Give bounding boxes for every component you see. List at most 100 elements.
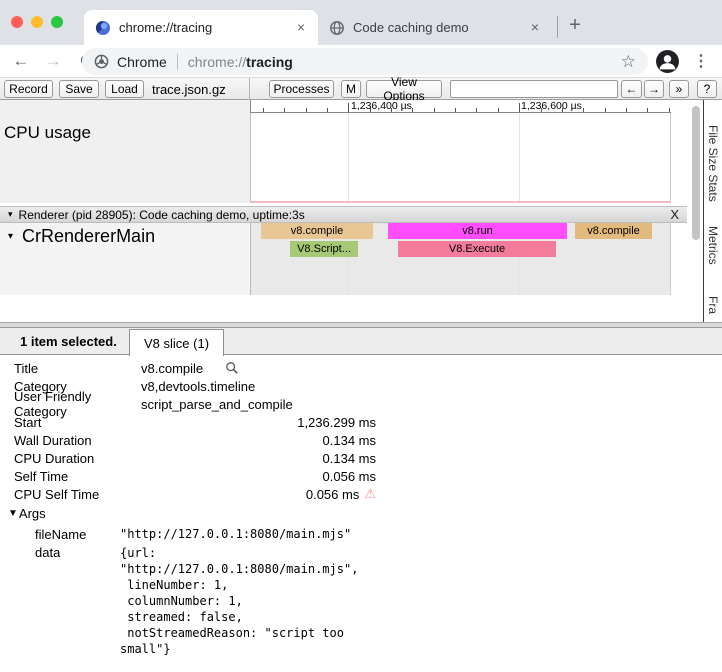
trace-slice[interactable]: v8.compile <box>261 223 373 239</box>
trace-slice[interactable]: V8.Script... <box>290 241 358 257</box>
warning-icon: ⚠ <box>364 486 376 502</box>
gridline <box>519 113 520 203</box>
trace-slice[interactable]: v8.compile <box>575 223 652 239</box>
arg-label: data <box>0 545 120 560</box>
analysis-tab-v8-slice[interactable]: V8 slice (1) <box>129 329 224 356</box>
args-section-header[interactable]: ▼ Args <box>0 504 722 522</box>
collapse-arrow-icon[interactable]: ▾ <box>8 209 13 220</box>
cpu-baseline <box>250 201 671 203</box>
row-label: Start <box>0 415 141 430</box>
renderer-close-icon[interactable]: X <box>670 207 679 222</box>
table-row: Start 1,236.299 ms <box>0 413 722 431</box>
m-button[interactable]: M <box>341 80 361 98</box>
tab-close-icon[interactable]: × <box>526 19 544 37</box>
omnibox[interactable]: Chrome chrome://tracing ☆ <box>82 48 648 75</box>
find-input[interactable] <box>450 80 618 98</box>
analysis-content: Title v8.compile Category v8,devtools.ti… <box>0 356 722 672</box>
ruler-tick <box>626 108 627 112</box>
cpu-track-header: CPU usage <box>0 113 250 203</box>
renderer-header-text: Renderer (pid 28905): Code caching demo,… <box>19 208 305 222</box>
sidebar-tab-file-size-stats[interactable]: File Size Stats <box>706 125 720 202</box>
tab-title: Code caching demo <box>353 20 526 35</box>
macos-zoom-button[interactable] <box>51 16 63 28</box>
ruler-tick <box>327 108 328 112</box>
selection-count-label: 1 item selected. <box>20 334 117 349</box>
row-value: 1,236.299 ms <box>141 415 376 430</box>
tab-code-caching-demo[interactable]: Code caching demo × <box>318 10 552 45</box>
ruler-tick <box>476 108 477 112</box>
ruler-left-corner <box>0 100 250 113</box>
save-button[interactable]: Save <box>59 80 99 98</box>
ruler-tick <box>412 108 413 112</box>
ruler-label: 1,236,600 µs <box>521 100 582 112</box>
chrome-window: chrome://tracing × Code caching demo × +… <box>0 0 722 672</box>
omnibox-separator <box>177 54 178 70</box>
row-label: CPU Duration <box>0 451 141 466</box>
processes-button[interactable]: Processes <box>269 80 334 98</box>
load-button[interactable]: Load <box>105 80 144 98</box>
ruler-tick <box>562 108 563 112</box>
ruler-tick-major <box>348 103 349 112</box>
zoom-out-button[interactable]: ← <box>621 80 642 98</box>
zoom-in-button[interactable]: → <box>644 80 664 98</box>
ruler-tick <box>434 108 435 112</box>
omnibox-page: tracing <box>246 54 293 70</box>
ruler-tick <box>391 108 392 112</box>
back-icon[interactable]: ← <box>8 48 34 74</box>
renderer-process-header[interactable]: ▾ Renderer (pid 28905): Code caching dem… <box>0 206 687 223</box>
time-ruler: 1,236,400 µs 1,236,600 µs <box>250 100 671 113</box>
help-button[interactable]: ? <box>697 80 717 98</box>
bookmark-star-icon[interactable]: ☆ <box>621 52 636 72</box>
browser-menu-icon[interactable]: ⋮ <box>688 48 714 74</box>
sidebar-tabs: File Size Stats Metrics Fra <box>703 100 722 322</box>
row-label: CPU Self Time <box>0 487 141 502</box>
macos-minimize-button[interactable] <box>31 16 43 28</box>
trace-slice[interactable]: V8.Execute <box>398 241 556 257</box>
sidebar-tab-metrics[interactable]: Metrics <box>706 226 720 265</box>
forward-icon[interactable]: → <box>40 48 66 74</box>
arg-row: data {url: "http://127.0.0.1:8080/main.m… <box>0 545 722 657</box>
collapse-arrow-icon[interactable]: ▾ <box>8 231 13 242</box>
profile-avatar[interactable] <box>655 49 680 74</box>
tab-separator <box>557 16 558 38</box>
search-icon[interactable] <box>225 361 239 375</box>
ruler-tick <box>541 108 542 112</box>
row-label: Self Time <box>0 469 141 484</box>
ruler-tick <box>306 108 307 112</box>
macos-close-button[interactable] <box>11 16 23 28</box>
ruler-tick-major <box>519 103 520 112</box>
ruler-tick <box>605 108 606 112</box>
view-options-button[interactable]: View Options <box>366 80 442 98</box>
row-value: 0.134 ms <box>141 451 376 466</box>
title-bar: chrome://tracing × Code caching demo × + <box>0 0 722 45</box>
omnibox-scheme: chrome:// <box>188 54 246 70</box>
table-row: Title v8.compile <box>0 359 722 377</box>
gridline <box>348 113 349 203</box>
fast-forward-button[interactable]: » <box>669 80 689 98</box>
sidebar-tab-frames[interactable]: Fra <box>706 296 720 314</box>
ruler-label: 1,236,400 µs <box>351 100 412 112</box>
args-toggle-icon[interactable]: ▼ <box>8 508 18 519</box>
ruler-tick <box>455 108 456 112</box>
analysis-tab-strip: 1 item selected. V8 slice (1) <box>0 328 722 355</box>
cpu-usage-plot[interactable] <box>250 113 671 203</box>
table-row: CPU Duration 0.134 ms <box>0 449 722 467</box>
arg-value: "http://127.0.0.1:8080/main.mjs" <box>120 526 351 542</box>
chrome-logo-icon <box>94 54 109 69</box>
tab-close-icon[interactable]: × <box>292 19 310 37</box>
arg-row: fileName "http://127.0.0.1:8080/main.mjs… <box>0 525 722 543</box>
table-row: Wall Duration 0.134 ms <box>0 431 722 449</box>
tab-tracing[interactable]: chrome://tracing × <box>84 10 318 45</box>
row-value: v8.compile <box>141 361 203 376</box>
trace-slice[interactable]: v8.run <box>388 223 567 239</box>
ruler-tick <box>498 108 499 112</box>
record-button[interactable]: Record <box>4 80 53 98</box>
ruler-tick <box>370 108 371 112</box>
table-row: CPU Self Time 0.056 ms ⚠ <box>0 485 722 503</box>
vertical-scrollbar-thumb[interactable] <box>692 106 700 240</box>
args-label: Args <box>19 506 46 521</box>
row-value: 0.134 ms <box>141 433 376 448</box>
omnibox-site-name: Chrome <box>117 54 167 70</box>
new-tab-button[interactable]: + <box>562 14 588 37</box>
thread-name[interactable]: ▾ CrRendererMain <box>8 226 155 247</box>
